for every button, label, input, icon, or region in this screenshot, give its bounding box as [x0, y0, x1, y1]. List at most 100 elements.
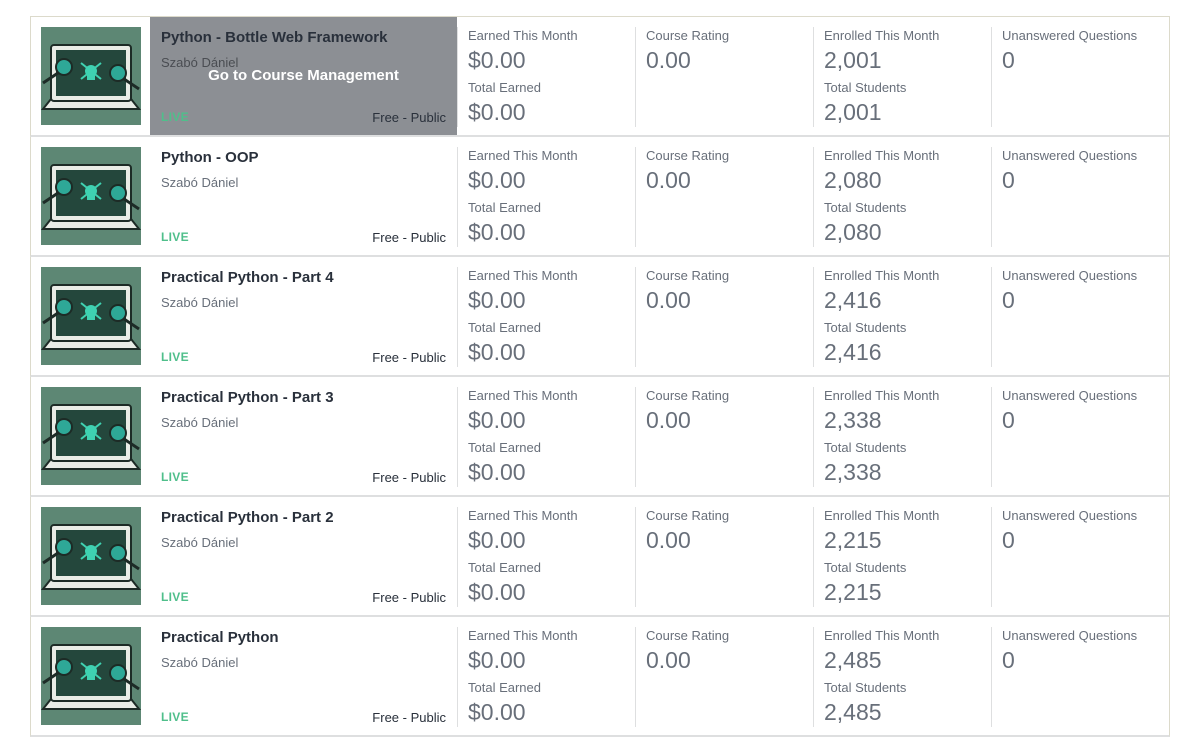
course-author: Szabó Dániel [161, 415, 239, 430]
earned-this-month-value: $0.00 [468, 47, 526, 73]
laptop-skull-icon [41, 627, 141, 725]
earnings-column: Earned This Month $0.00 Total Earned $0.… [457, 387, 634, 487]
questions-column: Unanswered Questions 0 [991, 387, 1170, 487]
course-info[interactable]: Practical Python - Part 3 Szabó Dániel L… [150, 377, 457, 495]
rating-column: Course Rating 0.00 [635, 387, 812, 487]
course-visibility: Free - Public [372, 110, 446, 125]
course-rating-label: Course Rating [646, 148, 730, 163]
course-title[interactable]: Python - Bottle Web Framework [161, 29, 387, 46]
total-earned-value: $0.00 [468, 99, 526, 125]
course-rating-label: Course Rating [646, 508, 730, 523]
course-rating-value: 0.00 [646, 167, 691, 193]
unanswered-questions-value[interactable]: 0 [1002, 647, 1015, 674]
course-row[interactable]: Python - OOP Szabó Dániel LIVE Free - Pu… [30, 137, 1170, 257]
course-thumbnail[interactable] [41, 507, 141, 605]
earned-this-month-label: Earned This Month [468, 628, 578, 643]
course-title[interactable]: Practical Python - Part 3 [161, 389, 334, 406]
unanswered-questions-value[interactable]: 0 [1002, 47, 1015, 74]
rating-column: Course Rating 0.00 [635, 627, 812, 727]
students-column: Enrolled This Month 2,485 Total Students… [813, 627, 990, 727]
unanswered-questions-value[interactable]: 0 [1002, 287, 1015, 314]
course-visibility: Free - Public [372, 590, 446, 605]
enrolled-this-month-value: 2,338 [824, 407, 882, 433]
total-earned-value: $0.00 [468, 579, 526, 605]
course-title[interactable]: Practical Python [161, 629, 279, 646]
earned-this-month-value: $0.00 [468, 647, 526, 673]
course-thumbnail[interactable] [41, 387, 141, 485]
course-thumbnail[interactable] [41, 147, 141, 245]
total-students-value: 2,485 [824, 699, 882, 725]
course-author: Szabó Dániel [161, 175, 239, 190]
course-row[interactable]: Practical Python - Part 4 Szabó Dániel L… [30, 257, 1170, 377]
total-students-value: 2,338 [824, 459, 882, 485]
enrolled-this-month-value: 2,080 [824, 167, 882, 193]
course-thumbnail[interactable] [41, 27, 141, 125]
course-row[interactable]: Practical Python - Part 2 Szabó Dániel L… [30, 497, 1170, 617]
rating-column: Course Rating 0.00 [635, 267, 812, 367]
total-earned-label: Total Earned [468, 80, 541, 95]
course-visibility: Free - Public [372, 710, 446, 725]
course-visibility: Free - Public [372, 470, 446, 485]
course-rating-label: Course Rating [646, 628, 730, 643]
course-rating-value: 0.00 [646, 407, 691, 433]
course-rating-label: Course Rating [646, 28, 730, 43]
course-title[interactable]: Practical Python - Part 4 [161, 269, 334, 286]
students-column: Enrolled This Month 2,215 Total Students… [813, 507, 990, 607]
rating-column: Course Rating 0.00 [635, 27, 812, 127]
questions-column: Unanswered Questions 0 [991, 27, 1170, 127]
course-title[interactable]: Python - OOP [161, 149, 259, 166]
students-column: Enrolled This Month 2,001 Total Students… [813, 27, 990, 127]
questions-column: Unanswered Questions 0 [991, 627, 1170, 727]
go-to-course-management-link[interactable]: Go to Course Management [150, 67, 457, 84]
rating-column: Course Rating 0.00 [635, 147, 812, 247]
unanswered-questions-value[interactable]: 0 [1002, 527, 1015, 554]
earned-this-month-value: $0.00 [468, 527, 526, 553]
course-title[interactable]: Practical Python - Part 2 [161, 509, 334, 526]
total-earned-value: $0.00 [468, 459, 526, 485]
total-earned-value: $0.00 [468, 219, 526, 245]
total-students-label: Total Students [824, 440, 907, 455]
course-row[interactable]: Python - Bottle Web Framework Szabó Dáni… [30, 17, 1170, 137]
course-author: Szabó Dániel [161, 655, 239, 670]
total-students-label: Total Students [824, 80, 907, 95]
course-rating-value: 0.00 [646, 47, 691, 73]
course-thumbnail[interactable] [41, 627, 141, 725]
earned-this-month-label: Earned This Month [468, 28, 578, 43]
laptop-skull-icon [41, 147, 141, 245]
unanswered-questions-label: Unanswered Questions [1002, 268, 1138, 283]
questions-column: Unanswered Questions 0 [991, 147, 1170, 247]
total-earned-label: Total Earned [468, 560, 541, 575]
course-thumbnail[interactable] [41, 267, 141, 365]
course-visibility: Free - Public [372, 230, 446, 245]
laptop-skull-icon [41, 267, 141, 365]
total-earned-label: Total Earned [468, 440, 541, 455]
unanswered-questions-value[interactable]: 0 [1002, 167, 1015, 194]
earnings-column: Earned This Month $0.00 Total Earned $0.… [457, 507, 634, 607]
course-info[interactable]: Practical Python - Part 4 Szabó Dániel L… [150, 257, 457, 375]
course-rating-value: 0.00 [646, 527, 691, 553]
course-row[interactable]: Practical Python - Part 3 Szabó Dániel L… [30, 377, 1170, 497]
earnings-column: Earned This Month $0.00 Total Earned $0.… [457, 147, 634, 247]
students-column: Enrolled This Month 2,080 Total Students… [813, 147, 990, 247]
earnings-column: Earned This Month $0.00 Total Earned $0.… [457, 627, 634, 727]
unanswered-questions-label: Unanswered Questions [1002, 388, 1138, 403]
course-rating-label: Course Rating [646, 268, 730, 283]
laptop-skull-icon [41, 27, 141, 125]
total-students-value: 2,001 [824, 99, 882, 125]
questions-column: Unanswered Questions 0 [991, 507, 1170, 607]
course-info[interactable]: Python - OOP Szabó Dániel LIVE Free - Pu… [150, 137, 457, 255]
total-students-value: 2,416 [824, 339, 882, 365]
course-info[interactable]: Practical Python - Part 2 Szabó Dániel L… [150, 497, 457, 615]
laptop-skull-icon [41, 387, 141, 485]
unanswered-questions-label: Unanswered Questions [1002, 28, 1138, 43]
total-earned-value: $0.00 [468, 339, 526, 365]
unanswered-questions-value[interactable]: 0 [1002, 407, 1015, 434]
earned-this-month-label: Earned This Month [468, 148, 578, 163]
status-badge: LIVE [161, 350, 189, 364]
course-info[interactable]: Practical Python Szabó Dániel LIVE Free … [150, 617, 457, 735]
enrolled-this-month-label: Enrolled This Month [824, 508, 940, 523]
course-row[interactable]: Practical Python Szabó Dániel LIVE Free … [30, 617, 1170, 737]
earned-this-month-value: $0.00 [468, 167, 526, 193]
course-info[interactable]: Python - Bottle Web Framework Szabó Dáni… [150, 17, 457, 135]
enrolled-this-month-value: 2,416 [824, 287, 882, 313]
